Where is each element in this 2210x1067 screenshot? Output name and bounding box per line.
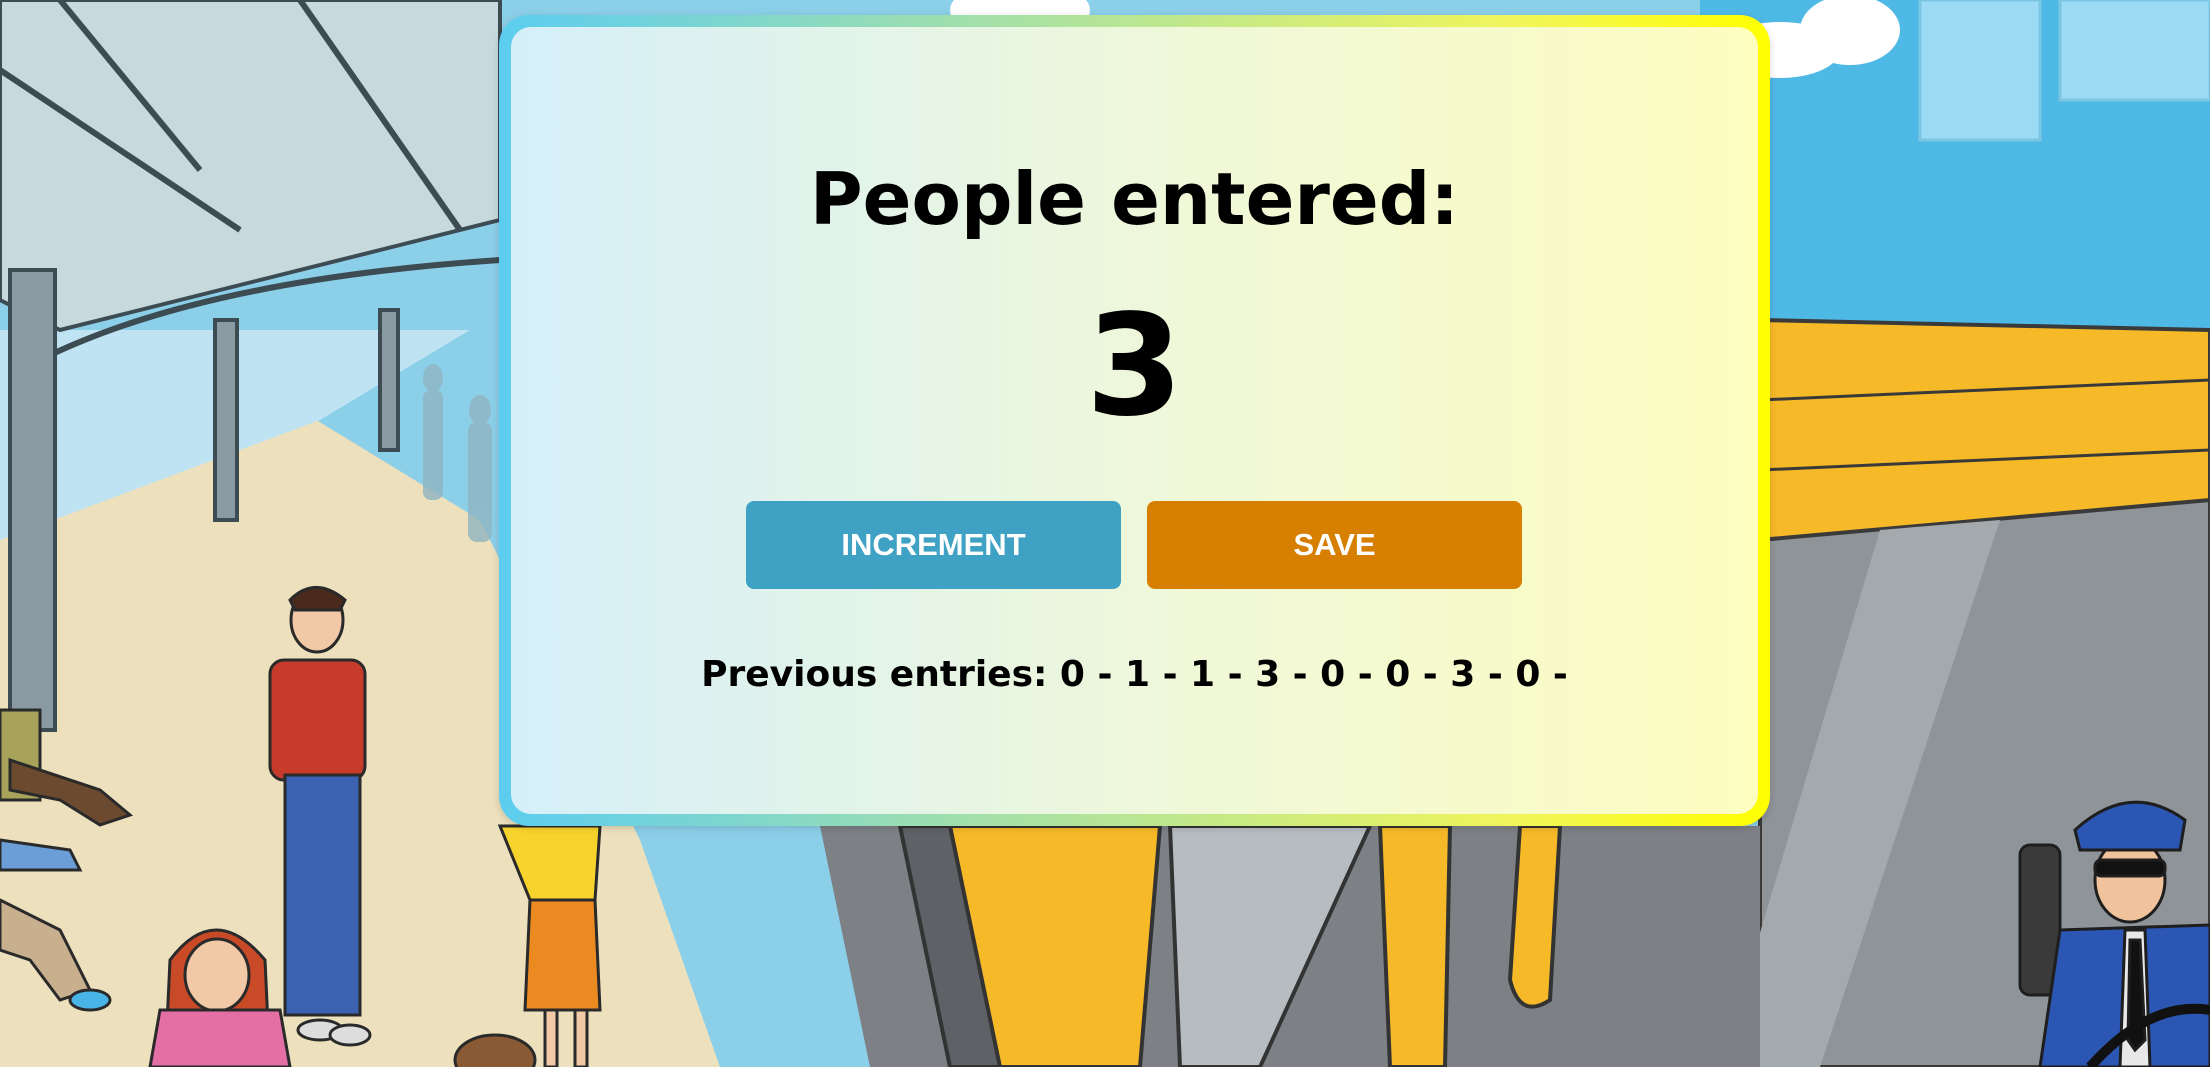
counter-card-inner: People entered: 3 INCREMENT SAVE Previou… xyxy=(511,27,1758,814)
save-button[interactable]: SAVE xyxy=(1147,501,1522,589)
button-row: INCREMENT SAVE xyxy=(746,501,1522,589)
previous-entries: Previous entries: 0 - 1 - 1 - 3 - 0 - 0 … xyxy=(701,654,1568,695)
people-count: 3 xyxy=(1085,285,1184,448)
increment-button[interactable]: INCREMENT xyxy=(746,501,1121,589)
counter-card: People entered: 3 INCREMENT SAVE Previou… xyxy=(499,15,1770,826)
page-title: People entered: xyxy=(809,157,1460,241)
